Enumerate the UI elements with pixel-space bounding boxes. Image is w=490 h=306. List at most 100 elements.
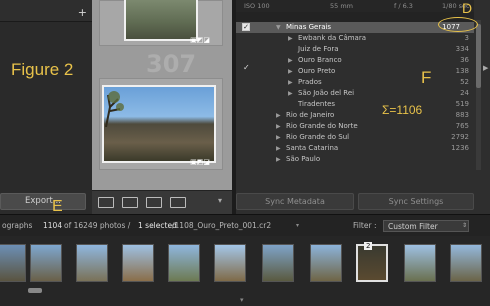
badge-icons: ▣◩◪ [190,158,210,166]
tree-row-label: Ewbank da Câmara [298,34,367,42]
grid-view: ▣◩◪ 307 ▣◩◪ [92,0,232,214]
triangle-right-icon[interactable]: ▶ [288,33,293,44]
triangle-right-icon[interactable]: ▶ [276,143,281,154]
filmstrip-thumbnail[interactable] [122,244,154,282]
triangle-right-icon[interactable]: ▶ [288,66,293,77]
filmstrip-scrollbar[interactable] [28,288,42,293]
left-panel-body [0,22,92,190]
tree-row-count: 334 [455,45,469,53]
tree-row[interactable]: ▶ Santa Catarina 1236 [236,143,474,154]
chevron-down-icon[interactable]: ▾ [240,296,244,304]
tree-row-label: Minas Gerais [286,23,332,31]
tree-row-count: 519 [455,100,469,108]
tree-row[interactable]: ▶ Rio Grande do Sul 2792 [236,132,474,143]
filmstrip-thumbnail[interactable] [76,244,108,282]
filmstrip-thumbnail[interactable] [30,244,62,282]
tree-row-count: 138 [455,67,469,75]
sync-metadata-button[interactable]: Sync Metadata [236,193,354,210]
badge-icons: ▣◩◪ [190,36,210,44]
tree-row-count: 765 [455,122,469,130]
triangle-right-icon[interactable]: ▶ [276,154,281,165]
status-selected: 1 selected [138,221,177,230]
filmstrip-thumbnail[interactable] [214,244,246,282]
tree-row[interactable]: Juiz de Fora 334 [236,44,474,55]
tree-row-label: Rio de Janeiro [286,111,335,119]
collapse-panel-icon[interactable]: ▶ [483,64,490,78]
triangle-right-icon[interactable]: ▶ [288,88,293,99]
tree-row-count: 883 [455,111,469,119]
filmstrip-thumbnail[interactable] [450,244,482,282]
filter-value: Custom Filter [388,222,438,231]
tree-row[interactable]: Tiradentes 519 [236,99,474,110]
status-total: of 16249 photos / [64,221,131,230]
grid-view-icon[interactable] [98,197,114,208]
triangle-right-icon[interactable]: ▶ [276,132,281,143]
tree-row[interactable]: ▶ Ouro Preto 138 [236,66,474,77]
triangle-right-icon[interactable]: ▶ [288,77,293,88]
tree-row[interactable]: ▶ Rio Grande do Norte 765 [236,121,474,132]
lock-icon[interactable]: ⇕ [462,215,467,237]
filmstrip: 2 ▾ [0,236,490,306]
tree-branch-icon [105,91,124,127]
loupe-view-icon[interactable] [122,197,138,208]
tree-row[interactable]: ▶ São João del Rei 24 [236,88,474,99]
grid-cell[interactable]: ▣◩◪ [99,78,223,170]
thumbnail-image[interactable] [102,85,216,163]
triangle-right-icon[interactable]: ▶ [276,110,281,121]
tree-row-label: São Paulo [286,155,321,163]
triangle-right-icon[interactable]: ▶ [288,55,293,66]
keyword-checkbox[interactable]: ✓ [242,23,250,31]
tree-row-label: Ouro Branco [298,56,342,64]
filmstrip-thumbnail-selected[interactable]: 2 [356,242,388,282]
filmstrip-thumbnail[interactable] [262,244,294,282]
compare-view-icon[interactable] [146,197,162,208]
filmstrip-status-bar: ographs 1104 of 16249 photos / 1 selecte… [0,214,490,236]
right-panel: ISO 100 55 mm f / 6.3 1/80 sec ▼ Minas G… [236,0,490,214]
thumbnail-image[interactable] [124,0,198,41]
tree-row-count: 24 [460,89,469,97]
tree-row[interactable]: ▶ Prados 52 [236,77,474,88]
grid-cell[interactable]: ▣◩◪ [99,0,223,46]
tree-row[interactable]: ▶ São Paulo [236,154,474,165]
annotation-ring-d [438,17,478,32]
tree-row-label: Ouro Preto [298,67,336,75]
tree-row-label: Rio Grande do Sul [286,133,350,141]
exif-info-bar: ISO 100 55 mm f / 6.3 1/80 sec [236,0,474,12]
filter-select[interactable]: Custom Filter [383,220,469,232]
tree-row-label: Rio Grande do Norte [286,122,358,130]
tree-row-label: Tiradentes [298,100,336,108]
checkmark-icon: ✓ [243,63,250,72]
status-prefix: ographs [2,221,33,230]
tree-row-label: Juiz de Fora [298,45,339,53]
chevron-down-icon[interactable]: ▾ [296,215,299,237]
sync-settings-button[interactable]: Sync Settings [358,193,474,210]
tree-row-count: 3 [464,34,469,42]
tree-row[interactable]: ▶ Ouro Branco 36 [236,55,474,66]
filmstrip-thumbnail[interactable] [310,244,342,282]
annotation-sum: Σ=1106 [382,103,423,117]
tree-row[interactable]: ▶ Ewbank da Câmara 3 [236,33,474,44]
scrollbar[interactable] [476,20,481,170]
focal-length-value: 55 mm [330,2,354,10]
export-button[interactable]: Export... [0,193,86,210]
metadata-header [236,12,474,22]
triangle-right-icon[interactable]: ▶ [276,121,281,132]
tree-row-count: 2792 [451,133,469,141]
filmstrip-thumbnail[interactable] [0,244,26,282]
tree-row-label: Santa Catarina [286,144,339,152]
cell-number: 307 [146,50,197,78]
status-filename[interactable]: /1108_Ouro_Preto_001.cr2 [172,215,271,237]
filmstrip-thumbnail[interactable] [168,244,200,282]
triangle-down-icon[interactable]: ▼ [276,22,281,33]
tree-row[interactable]: ▶ Rio de Janeiro 883 [236,110,474,121]
tree-row-label: São João del Rei [298,89,355,97]
plus-icon[interactable]: + [78,6,87,19]
annotation-f: F [421,68,432,87]
filmstrip-thumbnail[interactable] [404,244,436,282]
left-panel: + Figure 2 Export... [0,0,92,214]
survey-view-icon[interactable] [170,197,186,208]
tree-row-count: 52 [460,78,469,86]
tree-row-count: 1236 [451,144,469,152]
chevron-down-icon[interactable]: ▾ [218,196,222,205]
scrollbar-thumb[interactable] [476,24,481,88]
